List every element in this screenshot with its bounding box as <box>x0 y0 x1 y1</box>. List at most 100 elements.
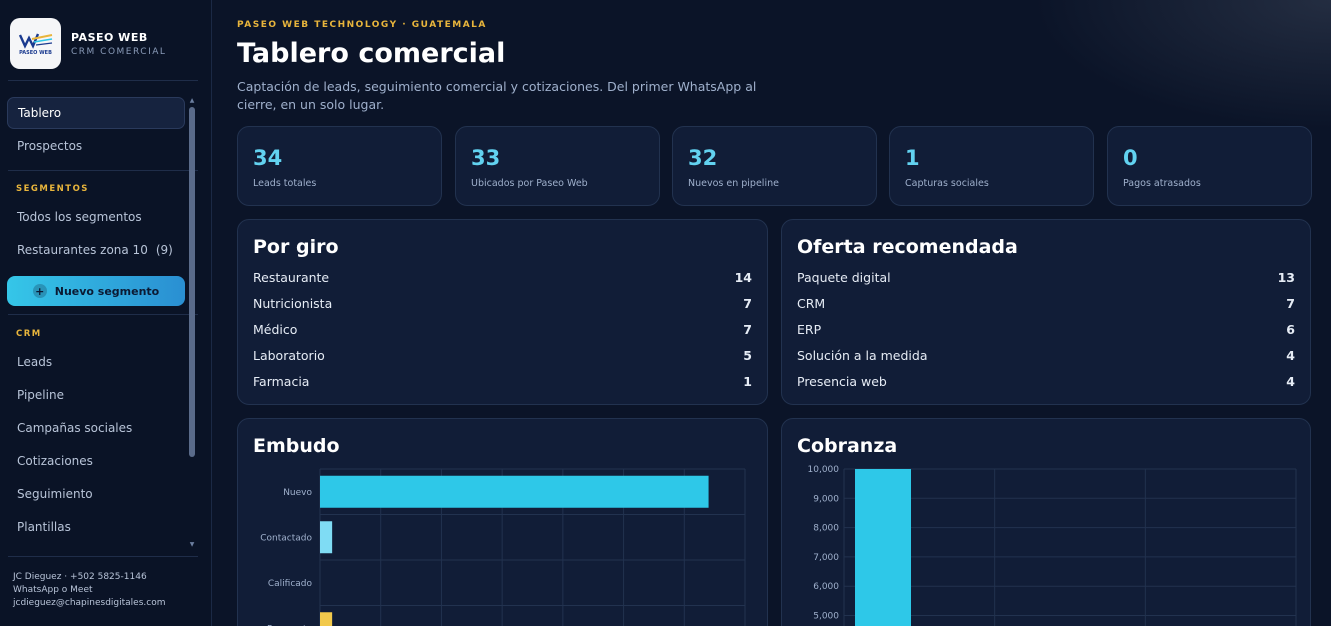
list-item: Laboratorio 5 <box>253 348 752 366</box>
divider <box>8 170 198 171</box>
row-value: 7 <box>743 322 752 337</box>
nav-campanas-sociales[interactable]: Campañas sociales <box>7 412 185 444</box>
tick-label: Nuevo <box>283 488 312 498</box>
list-item: Solución a la medida 4 <box>797 348 1295 366</box>
logo-text: PASEO WEB <box>19 50 52 56</box>
stat-label: Pagos atrasados <box>1123 178 1201 189</box>
cobranza-chart: 10,000 9,000 8,000 7,000 6,000 5,000 <box>808 465 1297 626</box>
tick-label: 10,000 <box>808 465 840 475</box>
stat-card-leads-totales: 34 Leads totales <box>237 126 442 206</box>
stat-card-ubicados: 33 Ubicados por Paseo Web <box>455 126 660 206</box>
stat-value: 33 <box>471 146 501 170</box>
brand-subtitle: CRM COMERCIAL <box>71 46 167 57</box>
nav-tablero[interactable]: Tablero <box>7 97 185 129</box>
row-label: Presencia web <box>797 374 887 389</box>
row-value: 1 <box>743 374 752 389</box>
row-label: Laboratorio <box>253 348 325 363</box>
row-label: Nutricionista <box>253 296 333 311</box>
tick-label: 9,000 <box>813 494 839 504</box>
new-segment-label: Nuevo segmento <box>54 284 160 298</box>
row-label: Paquete digital <box>797 270 891 285</box>
new-segment-button[interactable]: + Nuevo segmento <box>7 276 185 306</box>
stat-value: 1 <box>905 146 920 170</box>
list-item: Nutricionista 7 <box>253 296 752 314</box>
logo-icon <box>18 33 52 49</box>
sidebar-scrollbar[interactable]: ▲ ▼ <box>189 97 195 548</box>
embudo-chart: NuevoContactadoCalificadoPropuesta <box>260 468 746 626</box>
list-item: Médico 7 <box>253 322 752 340</box>
row-label: ERP <box>797 322 822 337</box>
panel-por-giro: Por giro Restaurante 14 Nutricionista 7 Mé… <box>237 219 768 405</box>
brand[interactable]: PASEO WEB PASEO WEB CRM COMERCIAL <box>10 18 166 69</box>
list-item: Farmacia 1 <box>253 374 752 392</box>
row-value: 14 <box>734 270 752 285</box>
stat-value: 0 <box>1123 146 1138 170</box>
scroll-thumb[interactable] <box>189 107 195 457</box>
brand-name: PASEO WEB <box>71 30 148 44</box>
row-label: CRM <box>797 296 826 311</box>
section-title-crm: CRM <box>16 329 42 339</box>
bar <box>855 469 911 626</box>
list-item: ERP 6 <box>797 322 1295 340</box>
stat-label: Ubicados por Paseo Web <box>471 178 588 189</box>
bar <box>320 612 333 626</box>
row-label: Farmacia <box>253 374 310 389</box>
nav-cotizaciones[interactable]: Cotizaciones <box>7 445 185 477</box>
stat-value: 32 <box>688 146 718 170</box>
contact-email[interactable]: jcdieguez@chapinesdigitales.com <box>13 597 165 610</box>
scroll-up-icon[interactable]: ▲ <box>189 97 195 104</box>
nav-restaurantes-zona-10[interactable]: Restaurantes zona 10 (9) <box>7 234 185 266</box>
row-value: 13 <box>1277 270 1295 285</box>
brand-logo: PASEO WEB <box>10 18 61 69</box>
divider <box>8 314 198 315</box>
row-label: Restaurante <box>253 270 330 285</box>
page-eyebrow: PASEO WEB TECHNOLOGY · GUATEMALA <box>237 20 487 30</box>
tick-label: 6,000 <box>813 582 839 592</box>
row-value: 4 <box>1286 348 1295 363</box>
bar <box>320 521 333 554</box>
page-description: Captación de leads, seguimiento comercia… <box>237 79 757 112</box>
panel-title: Oferta recomendada <box>797 236 1018 258</box>
nav-prospectos[interactable]: Prospectos <box>7 130 185 162</box>
tick-label: Calificado <box>268 579 313 589</box>
panel-oferta-recomendada: Oferta recomendada Paquete digital 13 CRM… <box>781 219 1311 405</box>
row-value: 6 <box>1286 322 1295 337</box>
stat-card-pagos-atrasados: 0 Pagos atrasados <box>1107 126 1312 206</box>
scroll-down-icon[interactable]: ▼ <box>189 541 195 548</box>
row-label: Médico <box>253 322 298 337</box>
panel-embudo: Embudo NuevoContactadoCalificadoPropuest… <box>237 418 768 626</box>
divider <box>8 556 198 557</box>
plus-icon: + <box>32 284 47 298</box>
contact-info: JC Dieguez · +502 5825-1146 WhatsApp o M… <box>13 571 165 610</box>
nav-pipeline[interactable]: Pipeline <box>7 379 185 411</box>
nav-label: Restaurantes zona 10 <box>17 243 148 257</box>
segment-count: (9) <box>155 243 173 257</box>
stat-label: Leads totales <box>253 178 317 189</box>
stat-label: Capturas sociales <box>905 178 989 189</box>
nav-label: Todos los segmentos <box>17 210 142 224</box>
panel-title: Por giro <box>253 236 339 258</box>
tick-label: 7,000 <box>813 553 839 563</box>
contact-line: JC Dieguez · +502 5825-1146 <box>13 572 147 582</box>
panel-cobranza: Cobranza 10,000 9,000 8,000 7,000 6,000 5,000 <box>781 418 1311 626</box>
bar <box>320 475 709 508</box>
row-value: 7 <box>1286 296 1295 311</box>
stat-value: 34 <box>253 146 283 170</box>
nav-leads[interactable]: Leads <box>7 346 185 378</box>
section-title-segmentos: SEGMENTOS <box>16 184 89 194</box>
list-item: Paquete digital 13 <box>797 270 1295 288</box>
tick-label: 5,000 <box>813 612 839 622</box>
nav-plantillas[interactable]: Plantillas <box>7 511 185 543</box>
nav-todos-segmentos[interactable]: Todos los segmentos <box>7 201 185 233</box>
row-value: 4 <box>1286 374 1295 389</box>
tick-label: 8,000 <box>813 524 839 534</box>
row-value: 5 <box>743 348 752 363</box>
stat-card-nuevos-pipeline: 32 Nuevos en pipeline <box>672 126 877 206</box>
list-item: Restaurante 14 <box>253 270 752 288</box>
stat-label: Nuevos en pipeline <box>688 178 779 189</box>
row-label: Solución a la medida <box>797 348 928 363</box>
nav-seguimiento[interactable]: Seguimiento <box>7 478 185 510</box>
list-item: CRM 7 <box>797 296 1295 314</box>
contact-line: WhatsApp o Meet <box>13 585 93 595</box>
stat-card-capturas-sociales: 1 Capturas sociales <box>889 126 1094 206</box>
